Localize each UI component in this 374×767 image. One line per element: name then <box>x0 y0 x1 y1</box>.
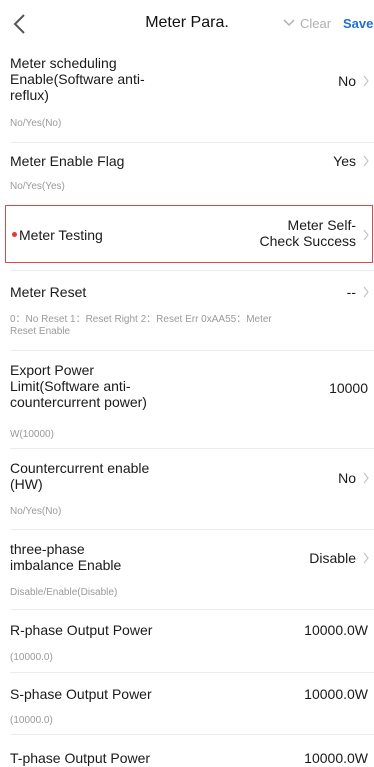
setting-row-r-phase-output-power: R-phase Output Power 10000.0W (10000.0) <box>0 613 374 663</box>
chevron-right-icon <box>363 229 369 241</box>
setting-label: three-phase imbalance Enable <box>10 541 122 573</box>
chevron-right-icon <box>363 472 369 484</box>
clear-button[interactable]: Clear <box>300 16 331 31</box>
setting-hint: (10000.0) <box>10 652 53 663</box>
setting-row-meter-enable-flag[interactable]: Meter Enable Flag Yes No/Yes(Yes) <box>0 146 374 196</box>
setting-hint: W(10000) <box>10 429 54 440</box>
divider <box>10 672 374 673</box>
header-bar: Meter Para. Clear Save <box>0 0 374 48</box>
setting-row-export-power-limit[interactable]: Export Power Limit(Software anti- counte… <box>0 354 374 444</box>
setting-hint: (10000.0) <box>10 715 53 726</box>
setting-label: Meter Reset <box>10 284 87 300</box>
setting-value: Disable <box>309 550 356 566</box>
setting-label: T-phase Output Power <box>10 750 151 766</box>
setting-label: Export Power Limit(Software anti- counte… <box>10 362 147 410</box>
setting-label: Meter Testing <box>19 227 103 243</box>
setting-label: Meter Enable Flag <box>10 153 125 169</box>
setting-label: S-phase Output Power <box>10 686 152 702</box>
divider <box>10 734 374 735</box>
chevron-right-icon <box>363 286 369 298</box>
setting-label: R-phase Output Power <box>10 622 153 638</box>
setting-value: No <box>338 470 356 486</box>
setting-value: -- <box>346 284 356 300</box>
setting-hint: Disable/Enable(Disable) <box>10 587 118 598</box>
setting-label: Countercurrent enable (HW) <box>10 460 150 492</box>
setting-row-three-phase-imbalance[interactable]: three-phase imbalance Enable Disable Dis… <box>0 533 374 603</box>
setting-value: Meter Self- Check Success <box>259 217 356 249</box>
divider <box>10 270 374 271</box>
setting-value: No <box>338 73 356 89</box>
setting-value: 10000.0W <box>304 750 368 766</box>
setting-row-meter-testing[interactable]: Meter Testing Meter Self- Check Success <box>0 205 374 263</box>
setting-hint: No/Yes(No) <box>10 506 62 517</box>
divider <box>10 529 374 530</box>
setting-value: 10000 <box>329 380 368 396</box>
setting-row-countercurrent-enable[interactable]: Countercurrent enable (HW) No No/Yes(No) <box>0 452 374 522</box>
divider <box>10 142 374 143</box>
setting-hint: 0：No Reset 1：Reset Right 2：Reset Err 0xA… <box>10 314 272 337</box>
setting-row-meter-reset[interactable]: Meter Reset -- 0：No Reset 1：Reset Right … <box>0 274 374 340</box>
divider <box>10 350 374 351</box>
divider <box>10 609 374 610</box>
chevron-right-icon <box>363 155 369 167</box>
chevron-right-icon <box>363 75 369 87</box>
setting-value: 10000.0W <box>304 622 368 638</box>
chevron-down-icon[interactable] <box>283 19 295 27</box>
setting-value: 10000.0W <box>304 686 368 702</box>
setting-row-s-phase-output-power: S-phase Output Power 10000.0W (10000.0) <box>0 676 374 726</box>
setting-row-meter-scheduling[interactable]: Meter scheduling Enable(Software anti- r… <box>0 52 374 136</box>
setting-value: Yes <box>333 153 356 169</box>
save-button[interactable]: Save <box>343 16 373 31</box>
setting-row-t-phase-output-power: T-phase Output Power 10000.0W <box>0 738 374 767</box>
setting-hint: No/Yes(Yes) <box>10 181 65 192</box>
setting-label: Meter scheduling Enable(Software anti- r… <box>10 55 145 103</box>
chevron-right-icon <box>363 552 369 564</box>
setting-hint: No/Yes(No) <box>10 118 62 129</box>
divider <box>10 448 374 449</box>
